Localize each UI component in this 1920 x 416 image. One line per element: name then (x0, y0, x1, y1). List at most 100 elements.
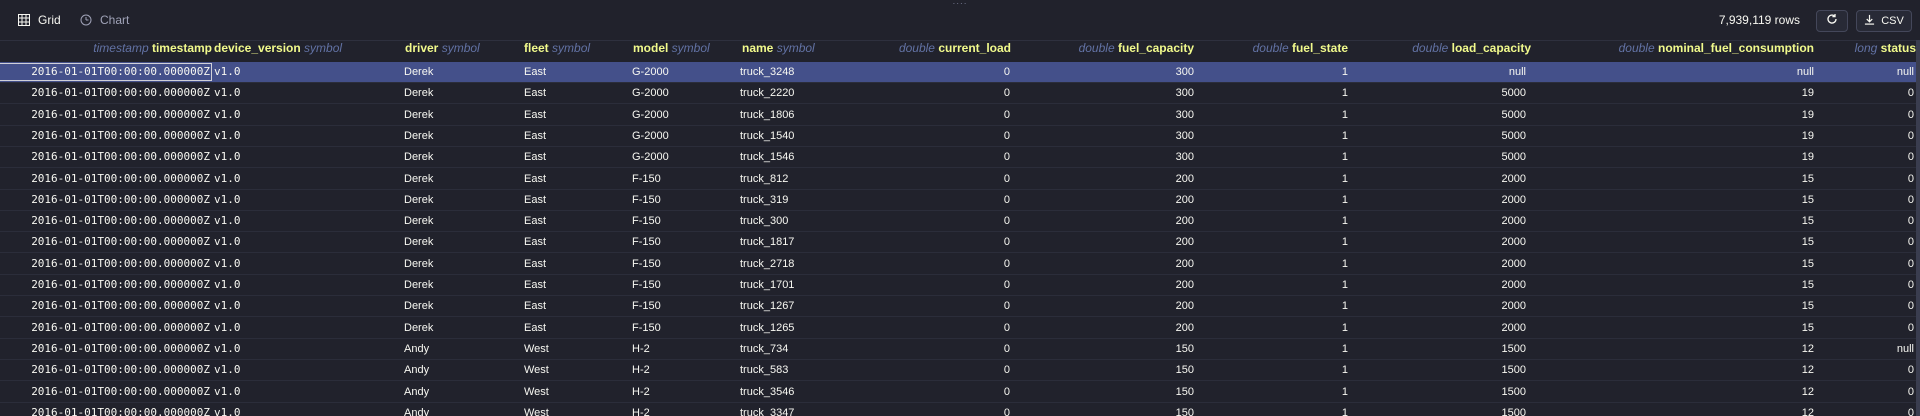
cell-current-load[interactable]: 0 (860, 147, 1010, 167)
cell-name[interactable]: truck_2220 (740, 83, 860, 103)
cell-nominal-fuel-consumption[interactable]: 19 (1560, 147, 1814, 167)
cell-timestamp[interactable]: 2016-01-01T00:00:00.000000Z (0, 211, 210, 231)
cell-model[interactable]: F-150 (632, 254, 732, 274)
cell-timestamp[interactable]: 2016-01-01T00:00:00.000000Z (0, 296, 210, 316)
cell-status[interactable]: 0 (1820, 232, 1914, 252)
cell-load-capacity[interactable]: 5000 (1370, 105, 1526, 125)
cell-fuel-state[interactable]: 1 (1220, 403, 1348, 416)
cell-load-capacity[interactable]: 1500 (1370, 403, 1526, 416)
cell-status[interactable]: 0 (1820, 275, 1914, 295)
cell-driver[interactable]: Andy (404, 403, 514, 416)
cell-nominal-fuel-consumption[interactable]: 15 (1560, 318, 1814, 338)
column-header-model[interactable]: model symbol (633, 40, 733, 56)
cell-driver[interactable]: Derek (404, 318, 514, 338)
cell-status[interactable]: 0 (1820, 105, 1914, 125)
cell-fuel-capacity[interactable]: 200 (1040, 318, 1194, 338)
cell-model[interactable]: H-2 (632, 360, 732, 380)
tab-grid[interactable]: Grid (18, 0, 61, 40)
table-row[interactable]: 2016-01-01T00:00:00.000000Z v1.0 Andy West H… (0, 382, 1918, 403)
cell-fuel-state[interactable]: 1 (1220, 105, 1348, 125)
drag-handle-icon[interactable]: :::: (950, 0, 970, 7)
cell-driver[interactable]: Derek (404, 275, 514, 295)
cell-fuel-state[interactable]: 1 (1220, 360, 1348, 380)
table-row[interactable]: 2016-01-01T00:00:00.000000Z v1.0 Derek East… (0, 105, 1918, 126)
cell-fuel-state[interactable]: 1 (1220, 62, 1348, 82)
column-header-fuel-state[interactable]: double fuel_state (1220, 40, 1348, 56)
column-header-timestamp[interactable]: timestamp timestamp (0, 40, 212, 56)
cell-timestamp[interactable]: 2016-01-01T00:00:00.000000Z (0, 126, 210, 146)
cell-status[interactable]: null (1820, 339, 1914, 359)
cell-model[interactable]: G-2000 (632, 83, 732, 103)
cell-driver[interactable]: Andy (404, 382, 514, 402)
cell-model[interactable]: H-2 (632, 382, 732, 402)
cell-current-load[interactable]: 0 (860, 169, 1010, 189)
cell-current-load[interactable]: 0 (860, 382, 1010, 402)
table-row[interactable]: 2016-01-01T00:00:00.000000Z v1.0 Andy West H… (0, 360, 1918, 382)
cell-nominal-fuel-consumption[interactable]: 15 (1560, 232, 1814, 252)
cell-fuel-capacity[interactable]: 150 (1040, 403, 1194, 416)
cell-timestamp[interactable]: 2016-01-01T00:00:00.000000Z (0, 62, 210, 82)
cell-current-load[interactable]: 0 (860, 190, 1010, 210)
column-header-device-version[interactable]: device_version symbol (214, 40, 394, 56)
cell-device-version[interactable]: v1.0 (214, 105, 394, 125)
column-header-load-capacity[interactable]: double load_capacity (1370, 40, 1531, 56)
cell-driver[interactable]: Derek (404, 190, 514, 210)
cell-current-load[interactable]: 0 (860, 318, 1010, 338)
cell-name[interactable]: truck_3347 (740, 403, 860, 416)
cell-device-version[interactable]: v1.0 (214, 169, 394, 189)
cell-name[interactable]: truck_2718 (740, 254, 860, 274)
column-header-driver[interactable]: driver symbol (405, 40, 515, 56)
cell-model[interactable]: H-2 (632, 339, 732, 359)
cell-load-capacity[interactable]: 1500 (1370, 382, 1526, 402)
cell-nominal-fuel-consumption[interactable]: 15 (1560, 211, 1814, 231)
cell-timestamp[interactable]: 2016-01-01T00:00:00.000000Z (0, 382, 210, 402)
cell-load-capacity[interactable]: 2000 (1370, 169, 1526, 189)
cell-model[interactable]: G-2000 (632, 62, 732, 82)
cell-timestamp[interactable]: 2016-01-01T00:00:00.000000Z (0, 254, 210, 274)
table-row[interactable]: 2016-01-01T00:00:00.000000Z v1.0 Derek East… (0, 275, 1918, 296)
cell-fuel-capacity[interactable]: 300 (1040, 83, 1194, 103)
cell-model[interactable]: F-150 (632, 296, 732, 316)
cell-driver[interactable]: Derek (404, 147, 514, 167)
cell-device-version[interactable]: v1.0 (214, 360, 394, 380)
cell-nominal-fuel-consumption[interactable]: 15 (1560, 254, 1814, 274)
cell-device-version[interactable]: v1.0 (214, 382, 394, 402)
cell-device-version[interactable]: v1.0 (214, 126, 394, 146)
cell-load-capacity[interactable]: 2000 (1370, 232, 1526, 252)
cell-device-version[interactable]: v1.0 (214, 296, 394, 316)
cell-fuel-capacity[interactable]: 300 (1040, 62, 1194, 82)
cell-fuel-state[interactable]: 1 (1220, 211, 1348, 231)
cell-timestamp[interactable]: 2016-01-01T00:00:00.000000Z (0, 190, 210, 210)
column-header-status[interactable]: long status (1820, 40, 1916, 56)
cell-fuel-state[interactable]: 1 (1220, 126, 1348, 146)
cell-device-version[interactable]: v1.0 (214, 211, 394, 231)
table-row[interactable]: 2016-01-01T00:00:00.000000Z v1.0 Derek East… (0, 211, 1918, 233)
cell-status[interactable]: 0 (1820, 382, 1914, 402)
cell-status[interactable]: 0 (1820, 147, 1914, 167)
cell-name[interactable]: truck_300 (740, 211, 860, 231)
cell-status[interactable]: 0 (1820, 296, 1914, 316)
cell-device-version[interactable]: v1.0 (214, 318, 394, 338)
cell-fuel-state[interactable]: 1 (1220, 296, 1348, 316)
cell-fuel-capacity[interactable]: 200 (1040, 211, 1194, 231)
tab-chart[interactable]: Chart (80, 0, 129, 40)
refresh-button[interactable] (1816, 10, 1848, 32)
cell-load-capacity[interactable]: 1500 (1370, 360, 1526, 380)
cell-device-version[interactable]: v1.0 (214, 403, 394, 416)
cell-current-load[interactable]: 0 (860, 403, 1010, 416)
cell-load-capacity[interactable]: 2000 (1370, 254, 1526, 274)
cell-timestamp[interactable]: 2016-01-01T00:00:00.000000Z (0, 403, 210, 416)
cell-driver[interactable]: Derek (404, 105, 514, 125)
cell-fuel-state[interactable]: 1 (1220, 190, 1348, 210)
cell-fuel-capacity[interactable]: 150 (1040, 382, 1194, 402)
cell-fleet[interactable]: West (524, 360, 624, 380)
cell-fleet[interactable]: West (524, 382, 624, 402)
cell-fleet[interactable]: East (524, 126, 624, 146)
cell-fleet[interactable]: East (524, 318, 624, 338)
cell-status[interactable]: 0 (1820, 169, 1914, 189)
cell-name[interactable]: truck_1806 (740, 105, 860, 125)
table-row[interactable]: 2016-01-01T00:00:00.000000Z v1.0 Derek East… (0, 62, 1918, 83)
cell-name[interactable]: truck_1817 (740, 232, 860, 252)
cell-load-capacity[interactable]: 2000 (1370, 275, 1526, 295)
cell-fleet[interactable]: East (524, 232, 624, 252)
